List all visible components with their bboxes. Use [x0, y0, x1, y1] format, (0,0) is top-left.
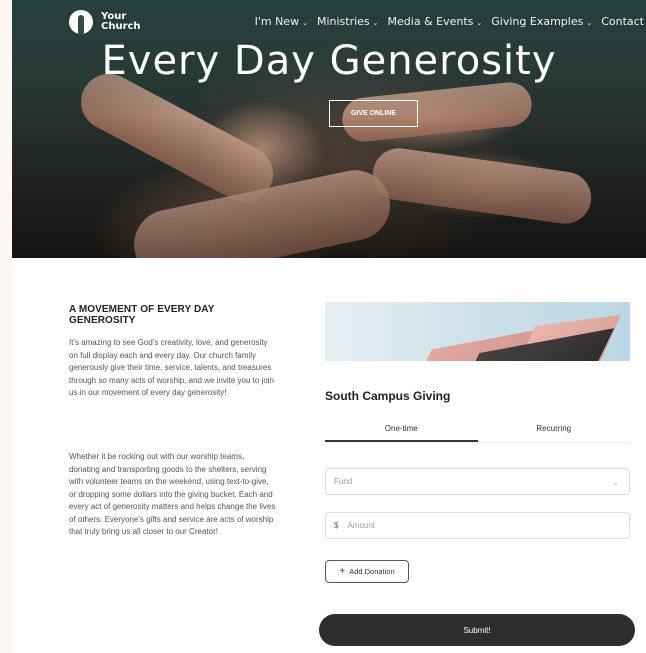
church-logo[interactable]: Your Church: [69, 10, 141, 34]
nav-menu: I'm New ⌄ Ministries ⌄ Media & Events ⌄ …: [255, 15, 644, 28]
nav-item-label: Ministries: [316, 15, 370, 28]
hero-banner: Your Church I'm New ⌄ Ministries ⌄ Media…: [12, 0, 646, 258]
amount-placeholder: Amount: [347, 521, 376, 530]
submit-button[interactable]: Submit!: [319, 614, 635, 646]
nav-item-label: I'm New: [254, 15, 300, 28]
hero-title: Every Day Generosity: [101, 38, 557, 84]
fund-placeholder: Fund: [334, 477, 353, 486]
intro-heading: A MOVEMENT OF EVERY DAY GENEROSITY: [69, 304, 215, 326]
intro-paragraph: Whether it be rocking out with our worsh…: [69, 452, 276, 536]
add-donation-button[interactable]: + Add Donation: [325, 560, 409, 583]
nav-item-ministries[interactable]: Ministries ⌄: [317, 15, 379, 28]
nav-item-label: Contact: [601, 15, 644, 28]
nav-item-media-events[interactable]: Media & Events ⌄: [388, 15, 483, 28]
amount-input[interactable]: $ Amount: [325, 512, 630, 539]
chevron-down-icon: ⌄: [612, 478, 619, 487]
nav-item-im-new[interactable]: I'm New ⌄: [255, 15, 308, 28]
chevron-down-icon: ⌄: [476, 18, 483, 27]
chevron-down-icon: ⌄: [302, 18, 308, 27]
give-online-button[interactable]: GIVE ONLINE: [329, 100, 418, 127]
nav-item-contact[interactable]: Contact: [601, 15, 644, 28]
frequency-tabs: One-time Recurring: [325, 423, 630, 443]
nav-item-label: Media & Events: [387, 15, 474, 28]
chevron-down-icon: ⌄: [586, 18, 593, 27]
tab-recurring[interactable]: Recurring: [478, 423, 631, 442]
chevron-down-icon: ⌄: [372, 18, 379, 27]
brand-name: Your Church: [101, 11, 141, 32]
intro-paragraph: It's amazing to see God's creativity, lo…: [69, 338, 274, 397]
add-donation-label: Add Donation: [349, 567, 395, 576]
fund-select[interactable]: Fund ⌄: [325, 468, 630, 495]
nav-item-giving-examples[interactable]: Giving Examples ⌄: [491, 15, 592, 28]
campus-image: [325, 302, 630, 361]
giving-form-title: South Campus Giving: [325, 389, 451, 403]
page: Your Church I'm New ⌄ Ministries ⌄ Media…: [12, 0, 646, 653]
nav-item-label: Giving Examples: [491, 15, 584, 28]
currency-symbol: $: [334, 521, 339, 530]
tab-one-time[interactable]: One-time: [325, 423, 478, 442]
church-logo-icon: [69, 10, 93, 34]
plus-icon: +: [339, 565, 346, 577]
